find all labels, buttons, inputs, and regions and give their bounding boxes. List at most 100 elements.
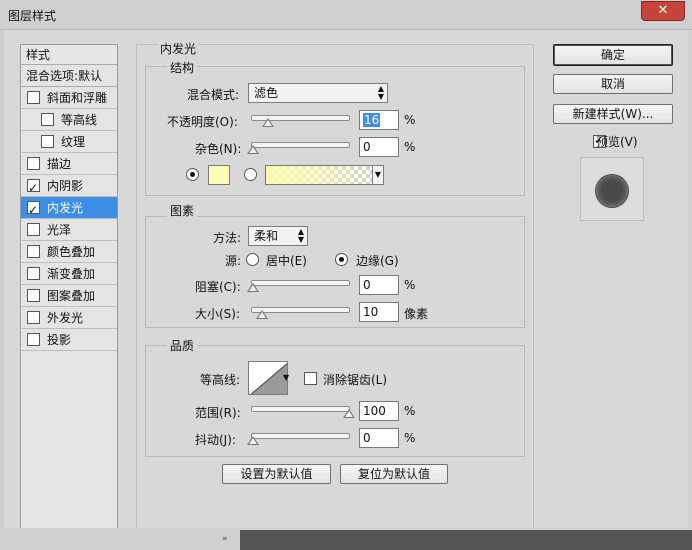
source-edge-label[interactable]: 边缘(G): [356, 252, 399, 269]
style-item[interactable]: 内阴影: [21, 175, 117, 199]
opacity-label: 不透明度(O):: [167, 115, 238, 129]
blend-options-item[interactable]: 混合选项:默认: [21, 65, 117, 87]
cancel-button[interactable]: 取消: [553, 74, 673, 94]
choke-slider-handle[interactable]: [247, 283, 259, 292]
range-unit: %: [404, 404, 416, 418]
style-item-checkbox[interactable]: [27, 333, 40, 346]
style-item[interactable]: 投影: [21, 329, 117, 351]
style-item-checkbox[interactable]: [27, 199, 40, 221]
jitter-slider-handle[interactable]: [247, 436, 259, 445]
blend-mode-value: 滤色: [254, 86, 279, 100]
range-input[interactable]: 100: [359, 401, 399, 421]
color-radio[interactable]: [186, 168, 199, 181]
opacity-value: 16: [363, 113, 381, 127]
glow-color-swatch[interactable]: [208, 165, 230, 185]
style-list: 样式 混合选项:默认 斜面和浮雕等高线纹理描边内阴影内发光光泽颜色叠加渐变叠加图…: [20, 44, 118, 530]
choke-value: 0: [363, 278, 371, 292]
glow-gradient-picker[interactable]: [265, 165, 383, 185]
opacity-input[interactable]: 16: [359, 110, 399, 130]
choke-unit: %: [404, 278, 416, 292]
style-item[interactable]: 内发光: [21, 197, 117, 221]
style-item[interactable]: 光泽: [21, 219, 117, 241]
style-item[interactable]: 外发光: [21, 307, 117, 329]
size-slider[interactable]: [251, 307, 350, 319]
range-label: 范围(R):: [195, 406, 241, 420]
noise-label: 杂色(N):: [195, 142, 242, 156]
contour-label: 等高线:: [200, 373, 241, 387]
preview-label[interactable]: 预览(V): [596, 133, 638, 150]
style-item[interactable]: 描边: [21, 153, 117, 175]
style-item-checkbox[interactable]: [27, 267, 40, 280]
noise-input[interactable]: 0: [359, 137, 399, 157]
panel-title: 内发光: [158, 40, 199, 57]
style-item[interactable]: 渐变叠加: [21, 263, 117, 285]
status-strip: [240, 530, 692, 550]
technique-label: 方法:: [213, 231, 242, 245]
style-item[interactable]: 颜色叠加: [21, 241, 117, 263]
style-item-checkbox[interactable]: [27, 157, 40, 170]
style-item-label: 等高线: [61, 113, 98, 127]
preview-swatch: [596, 175, 628, 207]
style-item-checkbox[interactable]: [27, 311, 40, 324]
choke-input[interactable]: 0: [359, 275, 399, 295]
reset-default-button[interactable]: 复位为默认值: [340, 464, 448, 484]
range-slider-handle[interactable]: [343, 409, 355, 418]
source-center-radio[interactable]: [246, 253, 259, 266]
opacity-slider-handle[interactable]: [262, 118, 275, 127]
style-item-checkbox[interactable]: [27, 177, 40, 199]
style-item[interactable]: 纹理: [21, 131, 117, 153]
close-icon: ✕: [657, 3, 669, 18]
source-edge-radio[interactable]: [335, 253, 348, 266]
ok-button[interactable]: 确定: [553, 44, 673, 66]
range-slider[interactable]: [251, 406, 355, 418]
technique-value: 柔和: [254, 229, 279, 243]
style-item-label: 外发光: [47, 311, 84, 325]
make-default-button[interactable]: 设置为默认值: [222, 464, 331, 484]
style-item-checkbox[interactable]: [27, 91, 40, 104]
gradient-radio[interactable]: [244, 168, 257, 181]
style-item-checkbox[interactable]: [27, 289, 40, 302]
contour-dropdown-icon[interactable]: ▼: [283, 373, 289, 382]
title-bar: 图层样式 ✕: [0, 0, 692, 30]
size-label: 大小(S):: [195, 307, 241, 321]
size-unit: 像素: [404, 307, 429, 321]
anti-alias-label[interactable]: 消除锯齿(L): [323, 371, 387, 388]
style-item-checkbox[interactable]: [41, 135, 54, 148]
style-item[interactable]: 图案叠加: [21, 285, 117, 307]
jitter-input[interactable]: 0: [359, 428, 399, 448]
close-button[interactable]: ✕: [641, 1, 685, 21]
size-value: 10: [363, 305, 379, 319]
gradient-dropdown-icon[interactable]: ▼: [372, 165, 384, 185]
style-item-checkbox[interactable]: [27, 245, 40, 258]
contour-picker[interactable]: [248, 361, 288, 395]
style-item-label: 光泽: [47, 223, 72, 237]
noise-slider-handle[interactable]: [247, 145, 259, 154]
style-list-header[interactable]: 样式: [21, 45, 117, 65]
structure-title: 结构: [167, 59, 198, 76]
style-item-label: 内发光: [47, 201, 84, 215]
resize-grip-icon[interactable]: »: [222, 534, 228, 544]
opacity-slider[interactable]: [251, 115, 350, 127]
blend-mode-select[interactable]: 滤色 ▲ ▼: [248, 83, 388, 103]
range-value: 100: [363, 404, 386, 418]
new-style-button[interactable]: 新建样式(W)...: [553, 104, 673, 124]
style-item-checkbox[interactable]: [27, 223, 40, 236]
preview-thumbnail: [580, 157, 644, 221]
style-item-checkbox[interactable]: [41, 113, 54, 126]
anti-alias-checkbox[interactable]: [304, 372, 317, 385]
source-center-label[interactable]: 居中(E): [266, 252, 307, 269]
choke-slider[interactable]: [247, 280, 350, 292]
technique-select[interactable]: 柔和 ▲ ▼: [248, 226, 308, 246]
noise-value: 0: [363, 140, 371, 154]
style-item[interactable]: 斜面和浮雕: [21, 87, 117, 109]
opacity-unit: %: [404, 113, 416, 127]
jitter-slider[interactable]: [247, 433, 350, 445]
jitter-label: 抖动(J):: [195, 433, 236, 447]
size-slider-handle[interactable]: [256, 310, 268, 319]
style-item[interactable]: 等高线: [21, 109, 117, 131]
style-item-label: 斜面和浮雕: [47, 91, 108, 105]
style-item-label: 内阴影: [47, 179, 84, 193]
size-input[interactable]: 10: [359, 302, 399, 322]
noise-slider[interactable]: [247, 142, 350, 154]
quality-title: 品质: [167, 337, 198, 354]
